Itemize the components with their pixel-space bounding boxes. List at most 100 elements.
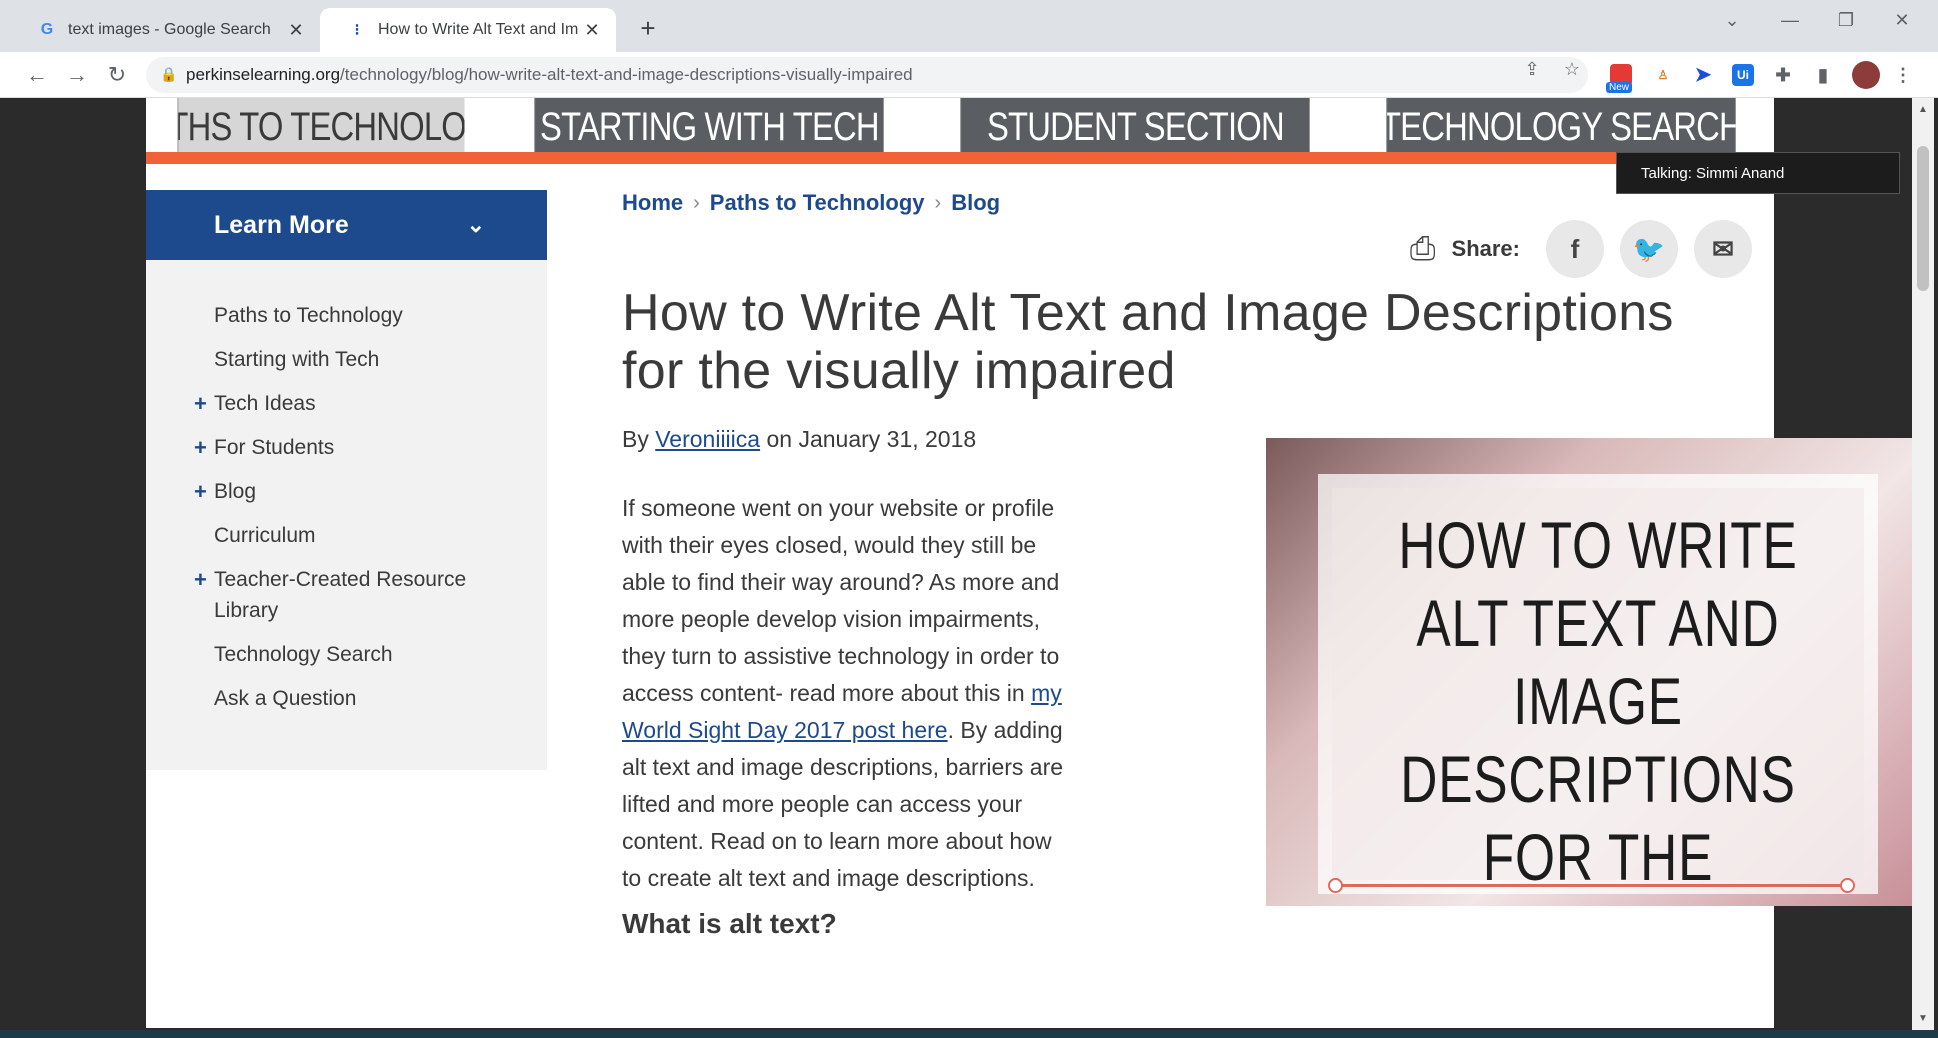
close-tab-icon[interactable]: ✕	[578, 20, 606, 41]
page-scrollbar[interactable]: ▲ ▼	[1912, 98, 1934, 1030]
minimize-icon[interactable]: —	[1770, 10, 1810, 31]
hero-rule-dot	[1328, 878, 1343, 893]
print-icon[interactable]: ⎙	[1410, 230, 1436, 268]
expand-plus-icon[interactable]: +	[194, 476, 207, 507]
nav-student-section[interactable]: STUDENT SECTION	[960, 98, 1310, 152]
taskbar-edge	[0, 1030, 1938, 1038]
scrollbar-thumb[interactable]	[1917, 146, 1929, 291]
new-badge: New	[1606, 82, 1633, 93]
author-link[interactable]: Veroniiiica	[655, 426, 760, 452]
scroll-down-arrow-icon[interactable]: ▼	[1912, 1013, 1934, 1024]
sidebar-item-paths-to-technology[interactable]: Paths to Technology	[146, 300, 547, 331]
reload-icon[interactable]: ↻	[102, 60, 132, 90]
back-icon[interactable]: ←	[22, 60, 52, 90]
nav-technology-search[interactable]: TECHNOLOGY SEARCH	[1386, 98, 1736, 152]
hero-rule	[1336, 884, 1848, 887]
extension-figure-icon[interactable]: ♙	[1652, 64, 1674, 86]
section-heading: What is alt text?	[622, 908, 837, 939]
expand-plus-icon[interactable]: +	[194, 564, 207, 595]
post-date: on January 31, 2018	[766, 426, 977, 452]
google-favicon-icon: G	[40, 21, 54, 38]
intro-paragraph: If someone went on your website or profi…	[622, 490, 1072, 897]
sidebar-heading: Learn More	[214, 210, 349, 239]
sidebar-item-resource-library[interactable]: + Teacher-Created Resource Library	[146, 564, 547, 626]
tab-alt-text-article[interactable]: ⁝ How to Write Alt Text and Image ✕	[320, 8, 616, 52]
bookmark-star-icon[interactable]: ☆	[1560, 59, 1584, 80]
sidebar-item-label: Paths to Technology	[214, 304, 403, 327]
expand-plus-icon[interactable]: +	[194, 388, 207, 419]
sidebar-list: Paths to Technology Starting with Tech +…	[146, 260, 547, 714]
twitter-icon[interactable]: 🐦	[1620, 220, 1678, 278]
browser-toolbar: ← → ↻ 🔒 perkinselearning.org/technology/…	[0, 52, 1938, 98]
share-bar: ⎙ Share: f 🐦 ✉	[1410, 220, 1752, 278]
article-hero-image: HOW TO WRITE ALT TEXT AND IMAGE DESCRIPT…	[1266, 438, 1912, 906]
talking-indicator-tooltip: Talking: Simmi Anand	[1616, 152, 1900, 194]
close-tab-icon[interactable]: ✕	[282, 20, 310, 41]
article-title: How to Write Alt Text and Image Descript…	[622, 284, 1674, 400]
intro-text: If someone went on your website or profi…	[622, 495, 1060, 706]
breadcrumb-home[interactable]: Home	[622, 190, 683, 216]
tab-google-search[interactable]: G text images - Google Search ✕	[10, 8, 320, 52]
chevron-right-icon: ›	[934, 191, 942, 214]
extensions-puzzle-icon[interactable]: ✚	[1772, 64, 1794, 86]
sidebar-item-starting-with-tech[interactable]: Starting with Tech	[146, 344, 547, 375]
tab-search-icon[interactable]: ⌄	[1712, 10, 1752, 31]
sidebar-item-label: Blog	[214, 480, 257, 503]
share-label: Share:	[1451, 236, 1520, 261]
extension-arrow-icon[interactable]: ➤	[1692, 64, 1714, 86]
new-tab-button[interactable]: +	[632, 12, 664, 44]
chevron-down-icon: ⌄	[466, 212, 485, 237]
hero-title-text: HOW TO WRITE ALT TEXT AND IMAGE DESCRIPT…	[1398, 508, 1798, 906]
extension-ui-icon[interactable]: Ui	[1732, 64, 1754, 86]
menu-kebab-icon[interactable]: ⋮	[1892, 64, 1914, 86]
sidebar-item-curriculum[interactable]: Curriculum	[146, 520, 547, 551]
tab-strip: G text images - Google Search ✕ ⁝ How to…	[0, 0, 1938, 52]
breadcrumb-blog[interactable]: Blog	[951, 190, 1000, 216]
profile-avatar[interactable]	[1852, 61, 1880, 89]
breadcrumb-paths-to-technology[interactable]: Paths to Technology	[710, 190, 925, 216]
url-path: /technology/blog/how-write-alt-text-and-…	[340, 65, 913, 84]
tab-title: How to Write Alt Text and Image	[378, 21, 578, 38]
sidebar-item-label: For Students	[214, 436, 335, 459]
sidebar-item-label: Technology Search	[214, 643, 393, 666]
forward-icon[interactable]: →	[62, 60, 92, 90]
facebook-icon[interactable]: f	[1546, 220, 1604, 278]
intro-text-continued: . By adding alt text and image descripti…	[622, 717, 1064, 891]
lock-icon: 🔒	[160, 66, 178, 82]
tab-title: text images - Google Search	[68, 21, 271, 38]
sidebar-item-label: Curriculum	[214, 524, 316, 547]
address-bar[interactable]: 🔒 perkinselearning.org/technology/blog/h…	[146, 57, 1588, 93]
byline: By Veroniiiica on January 31, 2018	[622, 426, 976, 453]
restore-icon[interactable]: ❐	[1826, 10, 1866, 31]
window-close-icon[interactable]: ✕	[1882, 10, 1922, 31]
orange-divider	[146, 152, 1774, 164]
sidebar-item-for-students[interactable]: + For Students	[146, 432, 547, 463]
sidebar-item-label: Teacher-Created Resource Library	[214, 568, 467, 622]
sidebar: Learn More ⌄ Paths to Technology Startin…	[146, 190, 547, 770]
top-navigation: PATHS TO TECHNOLOGY STARTING WITH TECH S…	[146, 98, 1774, 152]
scroll-up-arrow-icon[interactable]: ▲	[1912, 104, 1934, 115]
sidebar-item-ask-a-question[interactable]: Ask a Question	[146, 683, 547, 714]
by-label: By	[622, 426, 649, 452]
sidebar-item-technology-search[interactable]: Technology Search	[146, 639, 547, 670]
sidebar-item-label: Starting with Tech	[214, 348, 380, 371]
hero-rule-dot	[1840, 878, 1855, 893]
expand-plus-icon[interactable]: +	[194, 432, 207, 463]
sidebar-item-label: Tech Ideas	[214, 392, 316, 415]
share-page-icon[interactable]: ⇪	[1520, 59, 1544, 80]
chevron-right-icon: ›	[693, 191, 700, 214]
perkins-site: PATHS TO TECHNOLOGY STARTING WITH TECH S…	[146, 98, 1912, 1028]
nav-paths-to-technology[interactable]: PATHS TO TECHNOLOGY	[177, 98, 465, 152]
nav-starting-with-tech[interactable]: STARTING WITH TECH	[534, 98, 884, 152]
side-panel-icon[interactable]: ▮	[1812, 64, 1834, 86]
learn-more-toggle[interactable]: Learn More ⌄	[146, 190, 547, 260]
sidebar-item-tech-ideas[interactable]: + Tech Ideas	[146, 388, 547, 419]
sidebar-item-blog[interactable]: + Blog	[146, 476, 547, 507]
article-content: Home › Paths to Technology › Blog ⎙ Shar…	[622, 190, 1752, 939]
sidebar-item-label: Ask a Question	[214, 687, 357, 710]
url-host: perkinselearning.org	[186, 65, 341, 84]
email-icon[interactable]: ✉	[1694, 220, 1752, 278]
page-viewport: PATHS TO TECHNOLOGY STARTING WITH TECH S…	[10, 98, 1912, 1028]
perkins-favicon-icon: ⁝	[354, 22, 360, 39]
breadcrumb: Home › Paths to Technology › Blog	[622, 190, 1752, 216]
